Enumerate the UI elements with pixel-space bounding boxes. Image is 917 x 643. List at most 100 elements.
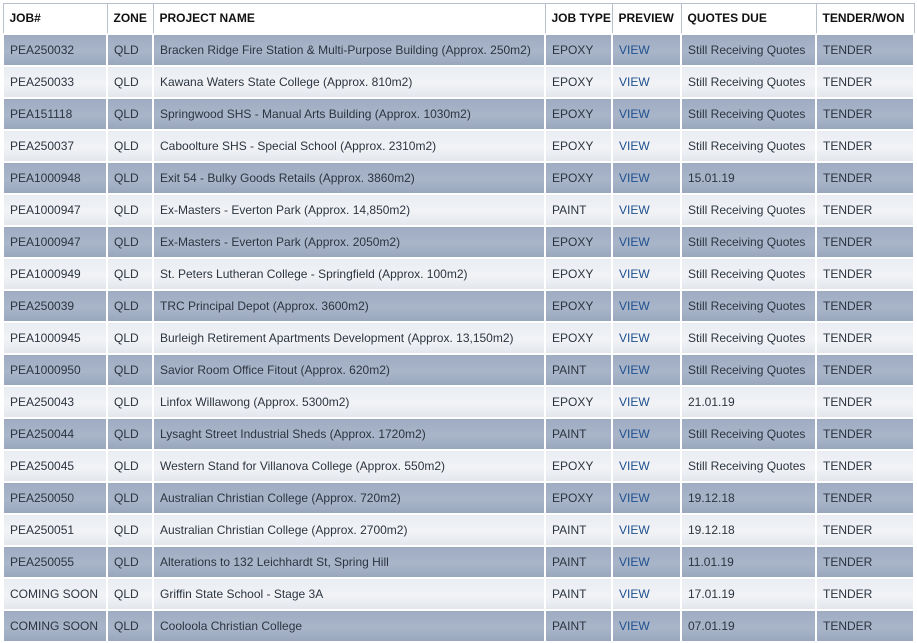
job-number-cell: PEA250045 [2, 448, 108, 483]
table-row: PEA1000948 QLD Exit 54 - Bulky Goods Retai… [2, 160, 915, 195]
view-link[interactable]: VIEW [619, 427, 650, 441]
quotes-due-cell: 19.12.18 [680, 480, 817, 515]
quotes-due-cell: Still Receiving Quotes [680, 224, 817, 259]
zone-cell: QLD [106, 160, 154, 195]
quotes-due-cell: 17.01.19 [680, 576, 817, 611]
job-number-cell: PEA250039 [2, 288, 108, 323]
view-link[interactable]: VIEW [619, 555, 650, 569]
job-number-cell: COMING SOON [2, 608, 108, 643]
view-link[interactable]: VIEW [619, 395, 650, 409]
job-number-cell: PEA250050 [2, 480, 108, 515]
job-number-cell: PEA1000947 [2, 192, 108, 227]
table-row: PEA250051 QLD Australian Christian College… [2, 512, 915, 547]
table-row: PEA250039 QLD TRC Principal Depot (Approx.… [2, 288, 915, 323]
table-row: PEA1000945 QLD Burleigh Retirement Apartme… [2, 320, 915, 355]
preview-cell: VIEW [611, 160, 682, 195]
tender-status-cell: TENDER [815, 448, 915, 483]
zone-cell: QLD [106, 608, 154, 643]
project-name-cell: TRC Principal Depot (Approx. 3600m2) [152, 288, 546, 323]
view-link[interactable]: VIEW [619, 491, 650, 505]
job-number-cell: PEA151118 [2, 96, 108, 131]
view-link[interactable]: VIEW [619, 523, 650, 537]
table-row: COMING SOON QLD Griffin State School - Sta… [2, 576, 915, 611]
zone-cell: QLD [106, 288, 154, 323]
tender-status-cell: TENDER [815, 512, 915, 547]
preview-cell: VIEW [611, 384, 682, 419]
preview-cell: VIEW [611, 608, 682, 643]
table-row: PEA250050 QLD Australian Christian College… [2, 480, 915, 515]
preview-cell: VIEW [611, 480, 682, 515]
project-name-cell: Ex-Masters - Everton Park (Approx. 2050m… [152, 224, 546, 259]
project-name-cell: Western Stand for Villanova College (App… [152, 448, 546, 483]
preview-cell: VIEW [611, 288, 682, 323]
view-link[interactable]: VIEW [619, 203, 650, 217]
view-link[interactable]: VIEW [619, 299, 650, 313]
project-name-cell: Alterations to 132 Leichhardt St, Spring… [152, 544, 546, 579]
project-name-cell: Linfox Willawong (Approx. 5300m2) [152, 384, 546, 419]
table-row: PEA250044 QLD Lysaght Street Industrial Sh… [2, 416, 915, 451]
project-name-cell: Springwood SHS - Manual Arts Building (A… [152, 96, 546, 131]
preview-cell: VIEW [611, 128, 682, 163]
col-header-tender-won: TENDER/WON [815, 3, 915, 34]
job-type-cell: EPOXY [544, 384, 613, 419]
view-link[interactable]: VIEW [619, 139, 650, 153]
tender-status-cell: TENDER [815, 480, 915, 515]
view-link[interactable]: VIEW [619, 43, 650, 57]
tender-status-cell: TENDER [815, 288, 915, 323]
col-header-zone: ZONE [106, 3, 154, 34]
view-link[interactable]: VIEW [619, 331, 650, 345]
table-row: PEA250045 QLD Western Stand for Villanova … [2, 448, 915, 483]
job-type-cell: PAINT [544, 576, 613, 611]
zone-cell: QLD [106, 32, 154, 67]
job-type-cell: EPOXY [544, 480, 613, 515]
view-link[interactable]: VIEW [619, 107, 650, 121]
preview-cell: VIEW [611, 32, 682, 67]
project-name-cell: Australian Christian College (Approx. 27… [152, 512, 546, 547]
view-link[interactable]: VIEW [619, 619, 650, 633]
zone-cell: QLD [106, 224, 154, 259]
view-link[interactable]: VIEW [619, 587, 650, 601]
quotes-due-cell: Still Receiving Quotes [680, 256, 817, 291]
preview-cell: VIEW [611, 192, 682, 227]
view-link[interactable]: VIEW [619, 459, 650, 473]
tender-status-cell: TENDER [815, 64, 915, 99]
view-link[interactable]: VIEW [619, 75, 650, 89]
view-link[interactable]: VIEW [619, 171, 650, 185]
project-name-cell: St. Peters Lutheran College - Springfiel… [152, 256, 546, 291]
table-row: PEA1000950 QLD Savior Room Office Fitout (… [2, 352, 915, 387]
preview-cell: VIEW [611, 576, 682, 611]
job-type-cell: EPOXY [544, 320, 613, 355]
table-row: PEA250055 QLD Alterations to 132 Leichhard… [2, 544, 915, 579]
project-name-cell: Savior Room Office Fitout (Approx. 620m2… [152, 352, 546, 387]
job-type-cell: PAINT [544, 608, 613, 643]
quotes-due-cell: Still Receiving Quotes [680, 448, 817, 483]
zone-cell: QLD [106, 480, 154, 515]
col-header-job-type: JOB TYPE [544, 3, 613, 34]
col-header-project-name: PROJECT NAME [152, 3, 546, 34]
preview-cell: VIEW [611, 544, 682, 579]
job-type-cell: PAINT [544, 512, 613, 547]
view-link[interactable]: VIEW [619, 363, 650, 377]
quotes-due-cell: 21.01.19 [680, 384, 817, 419]
preview-cell: VIEW [611, 224, 682, 259]
job-number-cell: PEA1000950 [2, 352, 108, 387]
tender-status-cell: TENDER [815, 416, 915, 451]
job-number-cell: PEA250043 [2, 384, 108, 419]
tender-status-cell: TENDER [815, 608, 915, 643]
job-type-cell: EPOXY [544, 32, 613, 67]
view-link[interactable]: VIEW [619, 267, 650, 281]
job-number-cell: PEA1000945 [2, 320, 108, 355]
tender-status-cell: TENDER [815, 544, 915, 579]
job-type-cell: EPOXY [544, 288, 613, 323]
jobs-table: JOB# ZONE PROJECT NAME JOB TYPE PREVIEW … [2, 3, 915, 643]
preview-cell: VIEW [611, 256, 682, 291]
tender-status-cell: TENDER [815, 192, 915, 227]
view-link[interactable]: VIEW [619, 235, 650, 249]
table-header-row: JOB# ZONE PROJECT NAME JOB TYPE PREVIEW … [2, 3, 915, 34]
table-row: PEA151118 QLD Springwood SHS - Manual Arts… [2, 96, 915, 131]
table-row: COMING SOON QLD Cooloola Christian College… [2, 608, 915, 643]
project-name-cell: Bracken Ridge Fire Station & Multi-Purpo… [152, 32, 546, 67]
quotes-due-cell: 11.01.19 [680, 544, 817, 579]
preview-cell: VIEW [611, 320, 682, 355]
job-type-cell: PAINT [544, 544, 613, 579]
